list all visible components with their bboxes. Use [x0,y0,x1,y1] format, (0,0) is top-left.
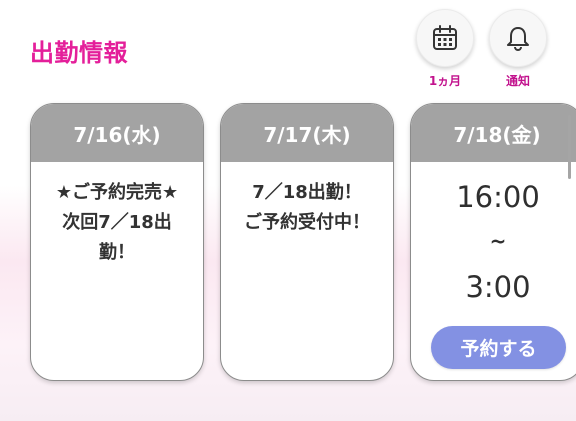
schedule-card-day-2: 7/17(木) 7／18出勤！ ご予約受付中！ [220,103,394,381]
card-message: ★ご予約完売★ 次回7／18出 勤！ [55,182,179,263]
card-message: 7／18出勤！ ご予約受付中！ [244,182,370,233]
page-title: 出勤情報 [30,39,128,67]
schedule-card-day-3: 7/18(金) 16:00 ~ 3:00 予約する [410,103,576,381]
shift-start-time: 16:00 [456,180,540,214]
bell-icon [507,27,529,52]
scrollbar[interactable] [568,115,571,179]
notification-label: 通知 [505,74,530,88]
calendar-label: 1ヵ月 [428,74,462,88]
card-date: 7/16(水) [31,104,203,162]
notification-button[interactable] [489,9,547,67]
shift-end-time: 3:00 [465,270,531,304]
card-date: 7/18(金) [411,104,576,162]
reserve-button[interactable]: 予約する [431,326,566,369]
time-separator: ~ [489,229,507,253]
card-date: 7/17(木) [221,104,393,162]
schedule-card-day-1: 7/16(水) ★ご予約完売★ 次回7／18出 勤！ [30,103,204,381]
calendar-button[interactable] [416,9,474,67]
calendar-icon [433,25,457,50]
